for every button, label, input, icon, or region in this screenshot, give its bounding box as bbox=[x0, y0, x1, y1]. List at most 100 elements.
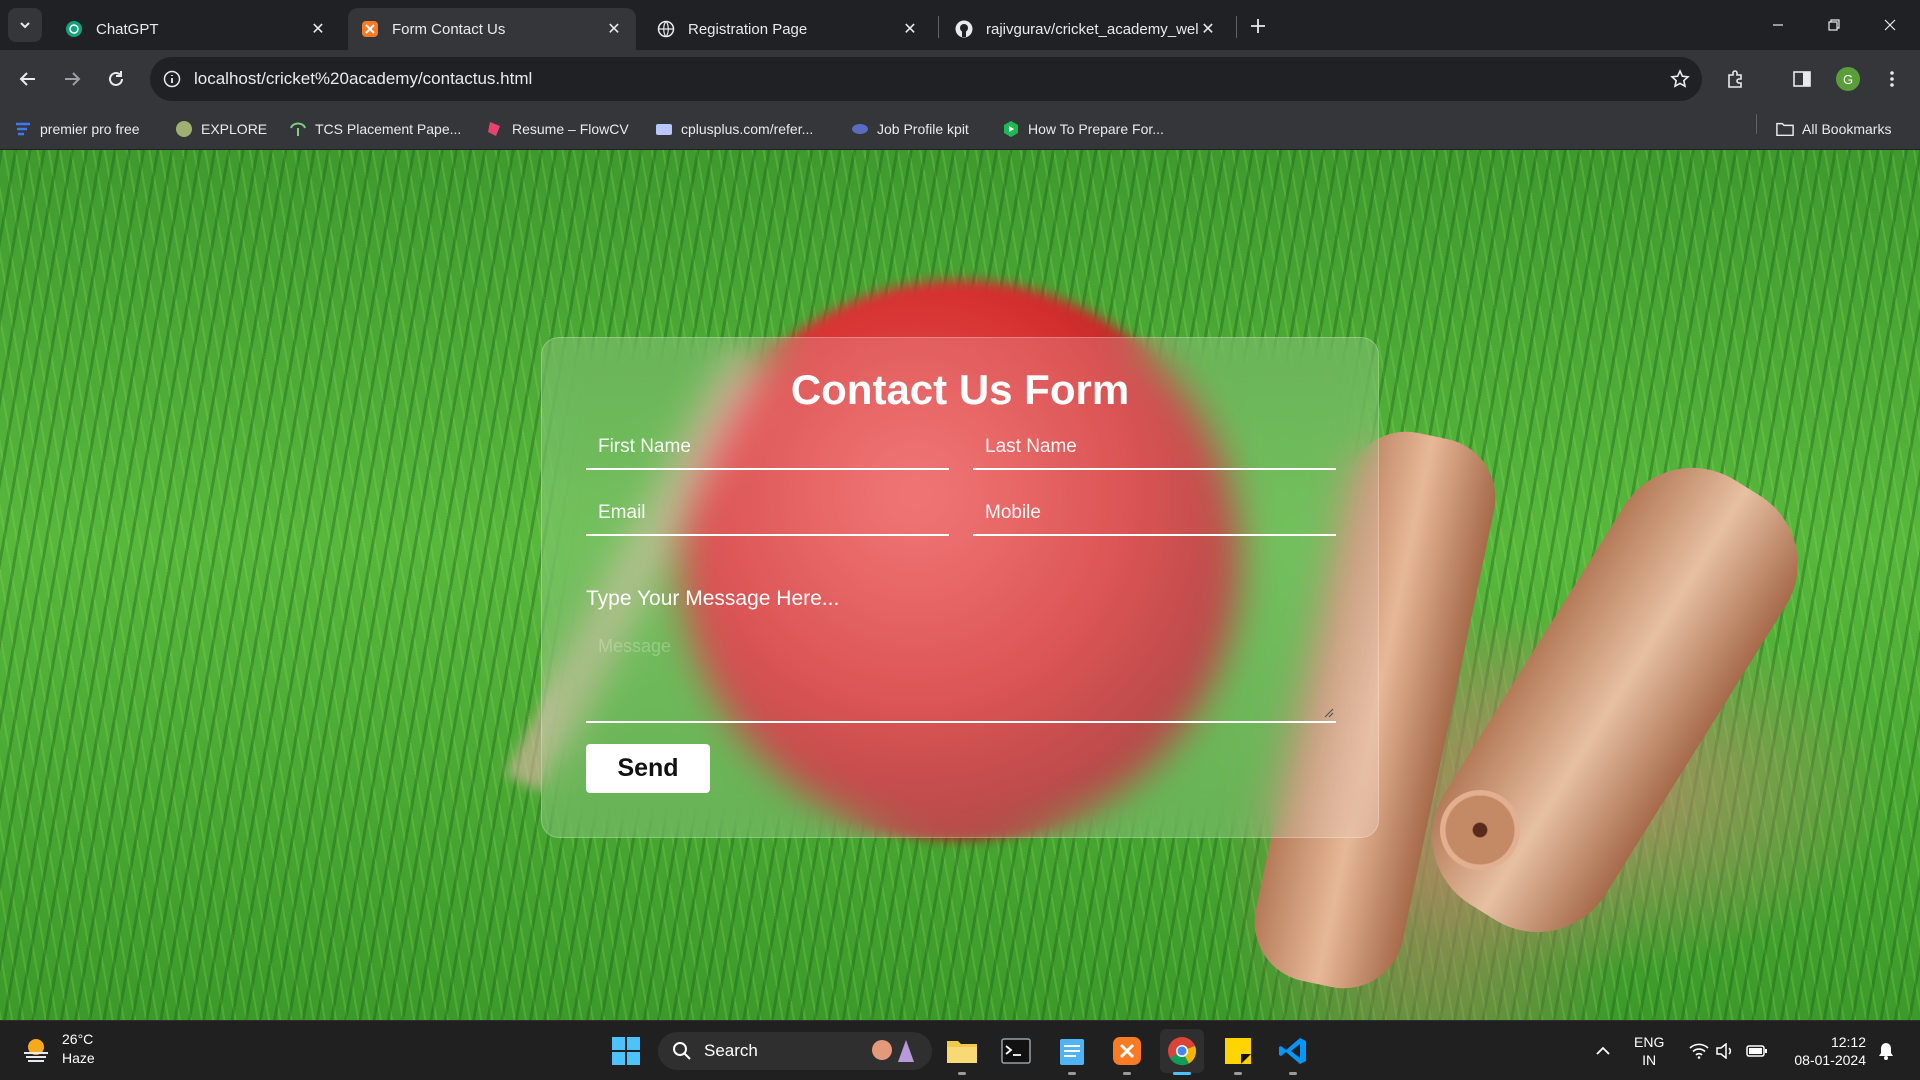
more-vert-icon bbox=[1890, 71, 1894, 87]
restore-icon bbox=[1828, 19, 1840, 31]
first-name-input[interactable] bbox=[586, 426, 949, 468]
message-textarea[interactable] bbox=[586, 624, 1336, 721]
bookmark-label: Resume – FlowCV bbox=[512, 121, 629, 137]
profile-button[interactable]: G bbox=[1830, 61, 1866, 97]
taskbar-xampp[interactable] bbox=[1105, 1029, 1149, 1075]
chrome-icon bbox=[1168, 1037, 1197, 1066]
clock-date: 08-01-2024 bbox=[1794, 1052, 1866, 1068]
taskbar-file-explorer[interactable] bbox=[940, 1029, 984, 1075]
close-window-button[interactable] bbox=[1862, 0, 1918, 50]
taskbar-notepad[interactable] bbox=[1050, 1029, 1094, 1075]
resize-handle-icon[interactable] bbox=[1324, 708, 1334, 718]
show-hidden-icons-button[interactable] bbox=[1590, 1021, 1616, 1080]
windows-icon bbox=[612, 1037, 640, 1065]
avatar: G bbox=[1836, 67, 1860, 91]
battery-icon bbox=[1746, 1045, 1767, 1057]
taskbar-search[interactable]: Search bbox=[658, 1032, 932, 1070]
last-name-field[interactable] bbox=[973, 426, 1336, 470]
puzzle-icon bbox=[1728, 70, 1742, 88]
mobile-field[interactable] bbox=[973, 492, 1336, 536]
mobile-input[interactable] bbox=[973, 492, 1336, 534]
close-icon[interactable]: ✕ bbox=[604, 19, 624, 39]
clock[interactable]: 12:12 08-01-2024 bbox=[1786, 1033, 1866, 1069]
tab-form-contact-us[interactable]: Form Contact Us ✕ bbox=[348, 8, 636, 50]
close-icon[interactable]: ✕ bbox=[1198, 19, 1218, 39]
address-url[interactable]: localhost/cricket%20academy/contactus.ht… bbox=[194, 69, 1658, 89]
taskbar-chrome[interactable] bbox=[1160, 1029, 1204, 1075]
battery-button[interactable] bbox=[1742, 1021, 1772, 1080]
reload-button[interactable] bbox=[98, 61, 134, 97]
close-icon[interactable]: ✕ bbox=[308, 19, 328, 39]
bookmark-premier-pro[interactable]: premier pro free bbox=[14, 116, 140, 142]
running-indicator bbox=[1173, 1072, 1191, 1075]
site-info-icon[interactable] bbox=[150, 57, 194, 101]
bookmark-how-to-prepare[interactable]: How To Prepare For... bbox=[1002, 116, 1164, 142]
send-button[interactable]: Send bbox=[586, 744, 710, 793]
minimize-button[interactable] bbox=[1750, 0, 1806, 50]
form-title: Contact Us Form bbox=[790, 366, 1130, 413]
taskbar-terminal[interactable] bbox=[994, 1029, 1038, 1073]
search-highlight-icon bbox=[872, 1040, 914, 1062]
bookmark-explore[interactable]: EXPLORE bbox=[175, 116, 267, 142]
chevron-down-icon bbox=[20, 22, 30, 29]
bookmark-label: EXPLORE bbox=[201, 121, 268, 137]
running-indicator bbox=[1234, 1072, 1242, 1075]
start-button[interactable] bbox=[604, 1029, 648, 1073]
menu-button[interactable] bbox=[1874, 61, 1910, 97]
weather-haze-icon bbox=[24, 1039, 48, 1062]
email-field[interactable] bbox=[586, 492, 949, 536]
taskbar-vscode[interactable] bbox=[1271, 1029, 1315, 1075]
weather-temp: 26°C bbox=[62, 1031, 94, 1047]
first-name-field[interactable] bbox=[586, 426, 949, 470]
running-indicator bbox=[1068, 1072, 1076, 1075]
bookmark-kpit[interactable]: Job Profile kpit bbox=[851, 116, 969, 142]
tab-search-button[interactable] bbox=[8, 8, 42, 42]
tab-title: rajivgurav/cricket_academy_wel bbox=[986, 20, 1198, 38]
extensions-button[interactable] bbox=[1718, 61, 1754, 97]
xampp-icon bbox=[360, 19, 380, 39]
forward-button[interactable] bbox=[54, 61, 90, 97]
email-input[interactable] bbox=[586, 492, 949, 534]
close-icon bbox=[1884, 19, 1896, 31]
side-panel-button[interactable] bbox=[1784, 61, 1820, 97]
back-button[interactable] bbox=[10, 61, 46, 97]
address-bar[interactable]: localhost/cricket%20academy/contactus.ht… bbox=[150, 57, 1702, 101]
tab-strip: ChatGPT ✕ Form Contact Us ✕ Registration… bbox=[0, 0, 1920, 50]
wifi-button[interactable] bbox=[1684, 1021, 1714, 1080]
tab-title: Registration Page bbox=[688, 20, 808, 38]
bookmark-star-icon[interactable] bbox=[1658, 57, 1702, 101]
restore-button[interactable] bbox=[1806, 0, 1862, 50]
folder-icon bbox=[1776, 120, 1794, 138]
xampp-icon bbox=[1113, 1037, 1141, 1065]
notifications-button[interactable] bbox=[1872, 1021, 1900, 1080]
clock-time: 12:12 bbox=[1830, 1034, 1866, 1050]
tab-chatgpt[interactable]: ChatGPT ✕ bbox=[52, 8, 340, 50]
tab-divider bbox=[1236, 16, 1237, 38]
bookmark-label: premier pro free bbox=[40, 121, 140, 137]
bookmark-resume-flowcv[interactable]: Resume – FlowCV bbox=[486, 116, 629, 142]
weather-widget[interactable]: 26°C Haze bbox=[20, 1030, 95, 1068]
volume-icon bbox=[1716, 1043, 1732, 1059]
tab-github[interactable]: rajivgurav/cricket_academy_wel ✕ bbox=[942, 8, 1230, 50]
bookmarks-bar: premier pro free EXPLORE TCS Placement P… bbox=[0, 108, 1920, 150]
volume-button[interactable] bbox=[1712, 1021, 1738, 1080]
bookmark-cplusplus[interactable]: cplusplus.com/refer... bbox=[655, 116, 813, 142]
tab-title: Form Contact Us bbox=[392, 20, 506, 38]
message-field[interactable] bbox=[586, 624, 1336, 723]
bookmark-label: Job Profile kpit bbox=[877, 121, 969, 137]
all-bookmarks-button[interactable]: All Bookmarks bbox=[1776, 116, 1891, 142]
running-indicator bbox=[958, 1072, 966, 1075]
bookmark-divider bbox=[1756, 114, 1757, 134]
language-secondary: IN bbox=[1642, 1052, 1657, 1068]
last-name-input[interactable] bbox=[973, 426, 1336, 468]
chatgpt-icon bbox=[64, 19, 84, 39]
taskbar-sticky-notes[interactable] bbox=[1216, 1029, 1260, 1075]
bookmark-icon bbox=[289, 120, 307, 138]
language-indicator[interactable]: ENG IN bbox=[1634, 1033, 1664, 1069]
tab-registration-page[interactable]: Registration Page ✕ bbox=[644, 8, 932, 50]
bookmark-tcs[interactable]: TCS Placement Pape... bbox=[289, 116, 461, 142]
close-icon[interactable]: ✕ bbox=[900, 19, 920, 39]
bell-icon bbox=[1879, 1043, 1893, 1060]
new-tab-button[interactable] bbox=[1244, 12, 1272, 40]
bookmark-icon bbox=[14, 120, 32, 138]
